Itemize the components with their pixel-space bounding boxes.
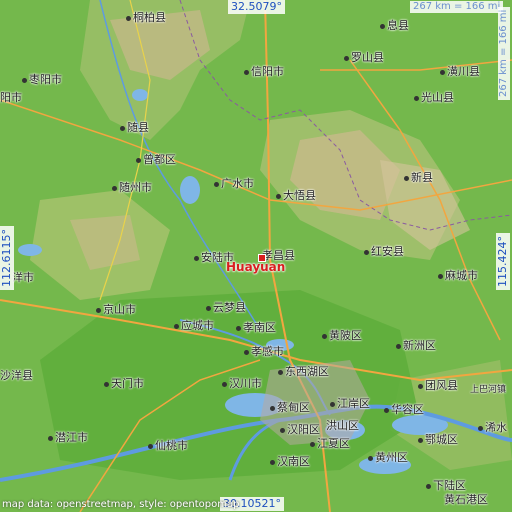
place-label: 随县 xyxy=(120,122,149,134)
place-label: 孝南区 xyxy=(236,322,276,334)
place-dot xyxy=(112,185,117,191)
place-dot xyxy=(280,427,285,433)
place-label: 大悟县 xyxy=(276,190,316,202)
place-label: 阳市 xyxy=(0,91,22,104)
place-dot xyxy=(104,381,109,387)
place-label: 桐柏县 xyxy=(126,12,166,24)
place-dot xyxy=(270,459,275,465)
place-dot xyxy=(310,441,315,447)
place-label: 上巴河镇 xyxy=(470,385,507,395)
place-label: 仙桃市 xyxy=(148,440,188,452)
place-label: 京山市 xyxy=(96,304,136,316)
place-label: 罗山县 xyxy=(344,52,384,64)
place-dot xyxy=(174,323,179,329)
place-dot xyxy=(330,401,335,407)
place-label: 浠水 xyxy=(478,422,507,434)
place-dot xyxy=(214,181,219,187)
place-label: 孝感市 xyxy=(244,346,284,358)
place-label: 广水市 xyxy=(214,178,254,190)
place-dot xyxy=(120,125,125,131)
place-label: 信阳市 xyxy=(244,66,284,78)
place-label: 红安县 xyxy=(364,246,404,258)
place-dot xyxy=(194,255,199,261)
place-dot xyxy=(440,69,445,75)
place-label: 黄陂区 xyxy=(322,330,362,342)
place-label: 曾都区 xyxy=(136,154,176,166)
place-label: 鄂城区 xyxy=(418,434,458,446)
place-label: 光山县 xyxy=(414,92,454,104)
place-dot xyxy=(48,435,53,441)
place-label: 麻城市 xyxy=(438,270,478,282)
place-dot xyxy=(438,273,443,279)
place-dot xyxy=(380,23,385,29)
place-dot xyxy=(364,249,369,255)
place-label: 潢川县 xyxy=(440,66,480,78)
place-label: 洋市 xyxy=(12,271,34,284)
left-longitude-label: 112.6115° xyxy=(0,226,14,290)
place-label: 息县 xyxy=(380,20,409,32)
place-label: 华容区 xyxy=(384,404,424,416)
topographic-map[interactable]: 桐柏县 息县 枣阳市 信阳市 罗山县 潢川县 阳市 光山县 随县 曾都区 随州市… xyxy=(0,0,512,512)
place-dot xyxy=(396,343,401,349)
vertical-scale-label: 267 km = 166 mi xyxy=(498,6,510,100)
top-latitude-label: 32.5079° xyxy=(228,0,285,14)
place-label: 沙洋县 xyxy=(0,369,33,382)
place-dot xyxy=(384,407,389,413)
place-label: 东西湖区 xyxy=(278,366,329,378)
horizontal-scale-label: 267 km = 166 mi xyxy=(410,1,504,13)
place-label: 应城市 xyxy=(174,320,214,332)
place-dot xyxy=(96,307,101,313)
place-label: 汉南区 xyxy=(270,456,310,468)
place-dot xyxy=(276,193,281,199)
place-dot xyxy=(404,175,409,181)
right-longitude-label: 115.424° xyxy=(496,233,510,290)
place-label: 下陆区 xyxy=(426,480,466,492)
place-label: 江岸区 xyxy=(330,398,370,410)
place-dot xyxy=(278,369,283,375)
place-label: 团风县 xyxy=(418,380,458,392)
featured-place-label[interactable]: Huayuan xyxy=(226,260,285,274)
place-dot xyxy=(426,483,431,489)
place-label: 黄石港区 xyxy=(444,493,488,506)
place-dot xyxy=(322,333,327,339)
place-label: 蔡甸区 xyxy=(270,402,310,414)
place-dot xyxy=(368,455,373,461)
place-label: 云梦县 xyxy=(206,302,246,314)
place-dot xyxy=(414,95,419,101)
place-dot xyxy=(148,443,153,449)
place-dot xyxy=(244,69,249,75)
place-label: 洪山区 xyxy=(326,419,359,432)
place-dot xyxy=(22,77,27,83)
place-label: 新县 xyxy=(404,172,433,184)
place-label: 江夏区 xyxy=(310,438,350,450)
place-label: 天门市 xyxy=(104,378,144,390)
place-label: 随州市 xyxy=(112,182,152,194)
place-dot xyxy=(206,305,211,311)
place-dot xyxy=(344,55,349,61)
place-dot xyxy=(478,425,483,431)
place-label: 枣阳市 xyxy=(22,74,62,86)
place-dot xyxy=(244,349,249,355)
place-label: 黄州区 xyxy=(368,452,408,464)
place-label: 潜江市 xyxy=(48,432,88,444)
place-label: 汉阳区 xyxy=(280,424,320,436)
place-dot xyxy=(126,15,131,21)
place-dot xyxy=(236,325,241,331)
place-dot xyxy=(270,405,275,411)
place-dot xyxy=(418,383,423,389)
place-label: 新洲区 xyxy=(396,340,436,352)
place-dot xyxy=(418,437,423,443)
place-dot xyxy=(222,381,227,387)
place-label: 汉川市 xyxy=(222,378,262,390)
map-attribution: map data: openstreetmap, style: opentopo… xyxy=(2,499,240,510)
place-dot xyxy=(136,157,141,163)
